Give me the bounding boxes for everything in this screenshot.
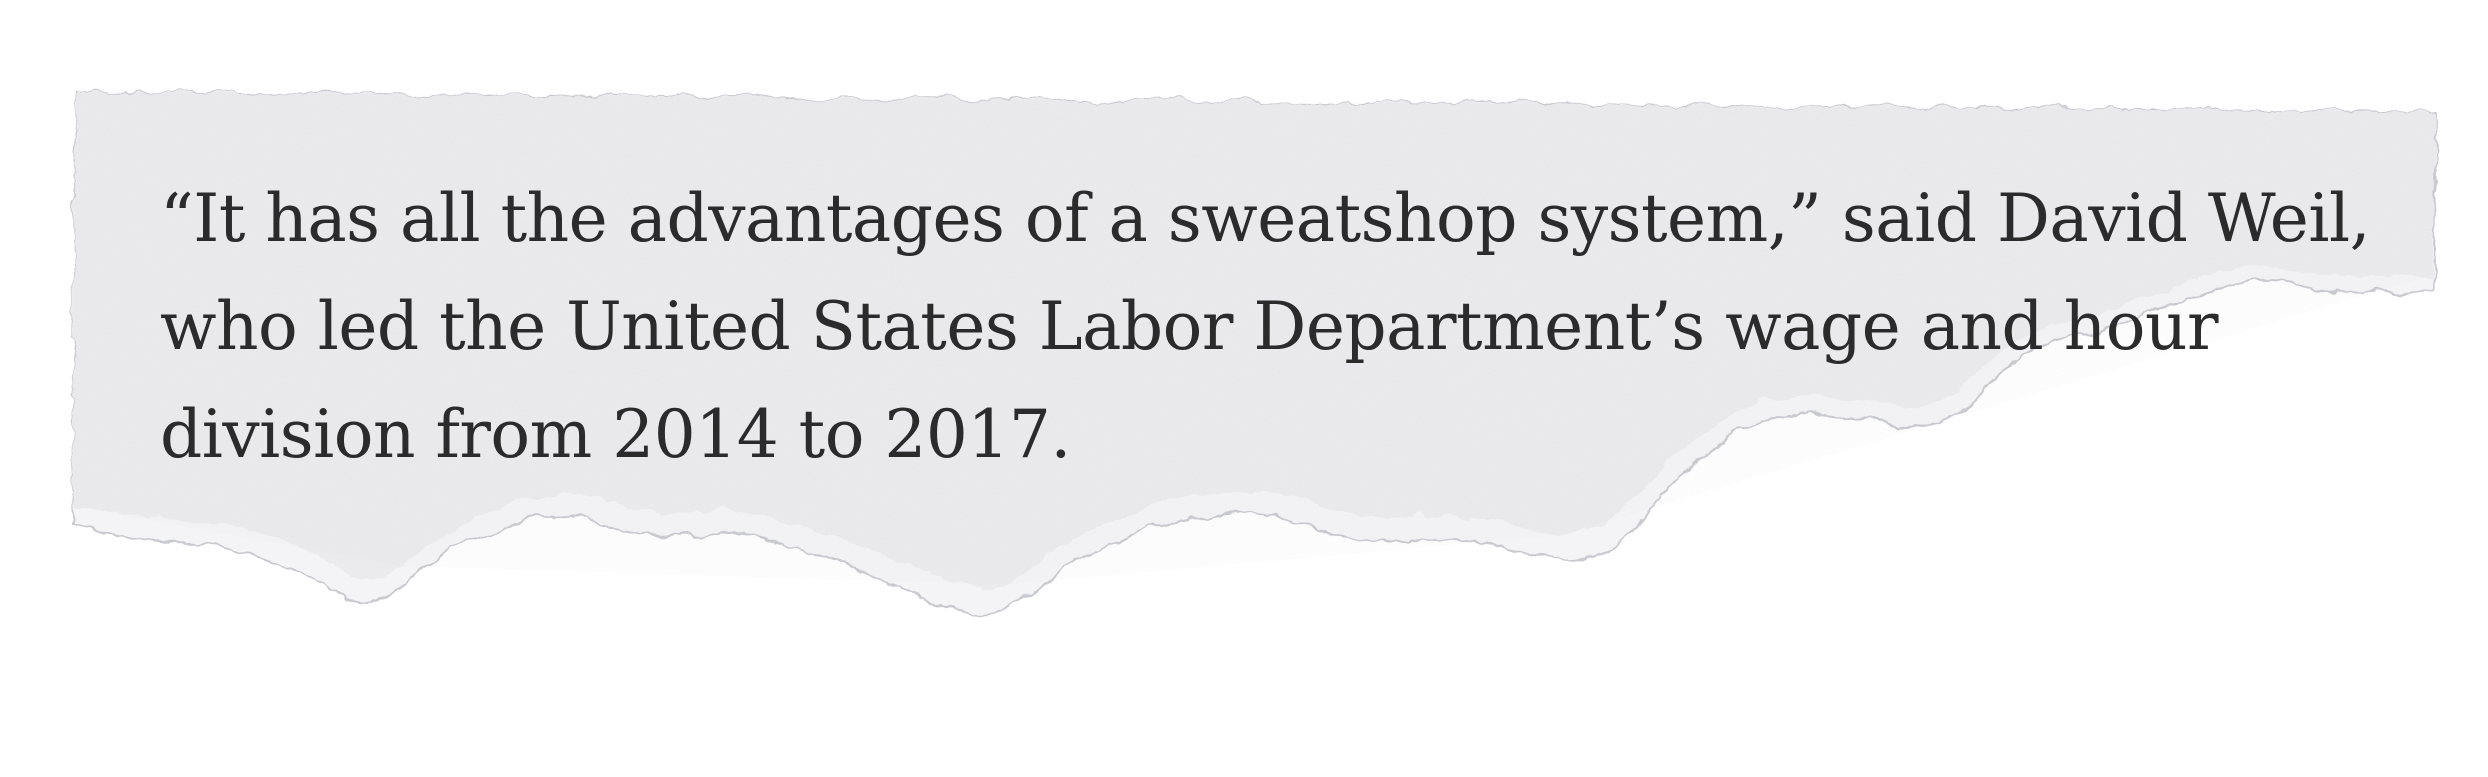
quote-line: who led the United States Labor Departme… [160, 288, 2219, 365]
quote-line: division from 2014 to 2017. [160, 396, 1071, 473]
pull-quote: “It has all the advantages of a sweatsho… [160, 165, 2460, 489]
quote-line: “It has all the advantages of a sweatsho… [160, 180, 2371, 257]
torn-paper-clipping: “It has all the advantages of a sweatsho… [0, 0, 2488, 777]
